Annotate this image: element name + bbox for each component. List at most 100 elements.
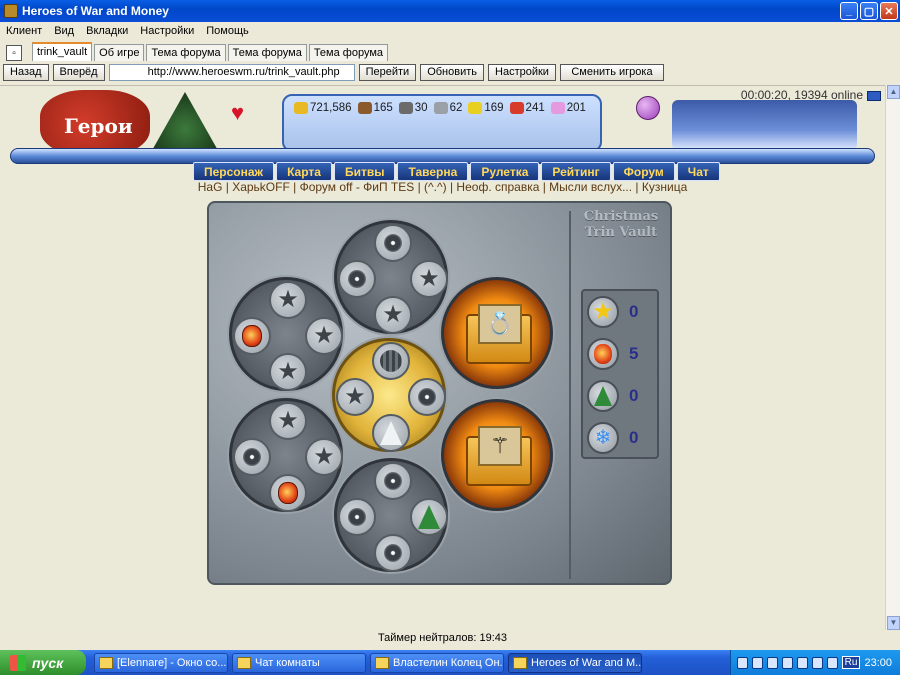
menu-tabs[interactable]: Вкладки xyxy=(86,25,128,37)
menu-view[interactable]: Вид xyxy=(54,25,74,37)
staff-icon: ⚚ xyxy=(478,426,522,466)
slot-dot[interactable] xyxy=(338,260,376,298)
wood-icon xyxy=(357,102,372,114)
menu-battles[interactable]: Битвы xyxy=(333,162,396,181)
menu-forum[interactable]: Форум xyxy=(612,162,675,181)
wheel-center-selected: ★ xyxy=(332,338,446,452)
slot-dot[interactable] xyxy=(408,378,446,416)
crystal-icon xyxy=(509,102,524,114)
taskbar-item[interactable]: Чат комнаты xyxy=(232,652,366,673)
mail-icon[interactable] xyxy=(867,91,881,101)
network-icon[interactable] xyxy=(796,656,808,669)
resource-ore: 30 xyxy=(398,102,428,114)
star-icon: ★ xyxy=(313,443,335,470)
slot-tree[interactable] xyxy=(372,414,410,452)
menu-chat[interactable]: Чат xyxy=(676,162,720,181)
menu-tavern[interactable]: Таверна xyxy=(397,162,469,181)
tab-forum-topic-2[interactable]: Тема форума xyxy=(227,44,307,61)
star-icon: ★ xyxy=(344,383,366,410)
dot-icon xyxy=(384,472,402,490)
slot-star[interactable]: ★ xyxy=(269,281,307,319)
menu-client[interactable]: Клиент xyxy=(6,25,42,37)
tab-trink-vault[interactable]: trink_vault xyxy=(32,42,93,61)
refresh-button[interactable]: Обновить xyxy=(420,63,485,81)
menu-help[interactable]: Помощь xyxy=(206,25,249,37)
snowflake-icon: ❄ xyxy=(587,422,619,454)
minimize-button[interactable]: _ xyxy=(840,2,858,20)
start-button[interactable]: пуск xyxy=(0,650,86,675)
star-icon: ★ xyxy=(277,286,299,313)
slot-dot[interactable] xyxy=(374,462,412,500)
menu-roulette[interactable]: Рулетка xyxy=(470,162,540,181)
heart-icon[interactable]: ♥ xyxy=(231,100,244,126)
taskbar-item[interactable]: Властелин Колец Он... xyxy=(370,652,504,673)
quick-links[interactable]: HaG | ХарьkOFF | Форум off - ФиП TES | (… xyxy=(0,180,885,194)
taskbar-item-active[interactable]: Heroes of War and M... xyxy=(508,652,642,673)
slot-dot[interactable] xyxy=(374,224,412,262)
app-window: Heroes of War and Money _ ▢ ✕ Клиент Вид… xyxy=(0,0,900,675)
disk-icon[interactable] xyxy=(811,656,823,669)
slot-lantern[interactable] xyxy=(269,474,307,512)
taskbar-item[interactable]: [Elennare] - Окно со... xyxy=(94,652,228,673)
slot-pumpkin[interactable] xyxy=(372,342,410,380)
tab-forum-topic-1[interactable]: Тема форума xyxy=(146,44,226,61)
window-title: Heroes of War and Money xyxy=(22,4,169,18)
christmas-tree-decoration xyxy=(150,92,220,154)
back-button[interactable]: Назад xyxy=(3,63,49,81)
chat-icon xyxy=(237,656,251,669)
prize-chest-staff[interactable]: ⚚ xyxy=(441,399,553,511)
slot-dot[interactable] xyxy=(233,438,271,476)
slot-star[interactable]: ★ xyxy=(269,402,307,440)
close-button[interactable]: ✕ xyxy=(880,2,898,20)
prize-chest-ring[interactable]: 💍 xyxy=(441,277,553,389)
slot-star[interactable]: ★ xyxy=(269,353,307,391)
dot-icon xyxy=(418,388,436,406)
lantern-icon xyxy=(242,325,262,347)
slot-star[interactable]: ★ xyxy=(305,438,343,476)
wheel-left-bottom: ★ ★ xyxy=(229,398,343,512)
star-icon: ★ xyxy=(277,358,299,385)
url-field[interactable]: http://www.heroeswm.ru/trink_vault.php xyxy=(108,63,355,81)
ornament-icon[interactable] xyxy=(636,96,660,120)
taskbar: пуск [Elennare] - Окно со... Чат комнаты… xyxy=(0,650,900,675)
slot-star[interactable]: ★ xyxy=(336,378,374,416)
vertical-scrollbar[interactable]: ▲ ▼ xyxy=(885,85,900,630)
ore-icon xyxy=(398,102,413,114)
slot-tree[interactable] xyxy=(410,498,448,536)
pen-icon[interactable] xyxy=(766,656,778,669)
slot-star[interactable]: ★ xyxy=(374,296,412,334)
slot-dot[interactable] xyxy=(338,498,376,536)
dot-icon xyxy=(243,448,261,466)
monitor-icon[interactable] xyxy=(781,656,793,669)
menu-map[interactable]: Карта xyxy=(276,162,332,181)
menu-settings[interactable]: Настройки xyxy=(140,25,194,37)
switch-player-button[interactable]: Сменить игрока xyxy=(559,63,664,81)
menu-character[interactable]: Персонаж xyxy=(193,162,275,181)
ring-icon xyxy=(375,656,389,669)
new-tab-icon[interactable]: ▫ xyxy=(6,45,22,61)
dot-icon xyxy=(348,508,366,526)
tree-icon xyxy=(418,505,440,529)
maximize-button[interactable]: ▢ xyxy=(860,2,878,20)
slot-star[interactable]: ★ xyxy=(410,260,448,298)
language-indicator[interactable]: Ru xyxy=(841,656,861,669)
resource-crystals: 241 xyxy=(509,102,545,114)
go-button[interactable]: Перейти xyxy=(358,63,417,81)
settings-button[interactable]: Настройки xyxy=(488,63,556,81)
forward-button[interactable]: Вперёд xyxy=(52,63,105,81)
tab-about-game[interactable]: Об игре xyxy=(94,44,145,61)
tab-forum-topic-3[interactable]: Тема форума xyxy=(308,44,389,61)
dot-icon xyxy=(348,270,366,288)
menu-rating[interactable]: Рейтинг xyxy=(541,162,611,181)
scroll-up-arrow[interactable]: ▲ xyxy=(887,85,900,99)
security-icon[interactable] xyxy=(826,656,838,669)
slot-lantern[interactable] xyxy=(233,317,271,355)
resource-gems: 201 xyxy=(550,102,586,114)
back-arrow-icon[interactable] xyxy=(737,656,748,669)
slot-dot[interactable] xyxy=(374,534,412,572)
scroll-down-arrow[interactable]: ▼ xyxy=(887,616,900,630)
gold-icon xyxy=(294,102,308,114)
tools-icon[interactable] xyxy=(751,656,763,669)
logo[interactable]: Герои xyxy=(40,90,150,156)
slot-star[interactable]: ★ xyxy=(305,317,343,355)
